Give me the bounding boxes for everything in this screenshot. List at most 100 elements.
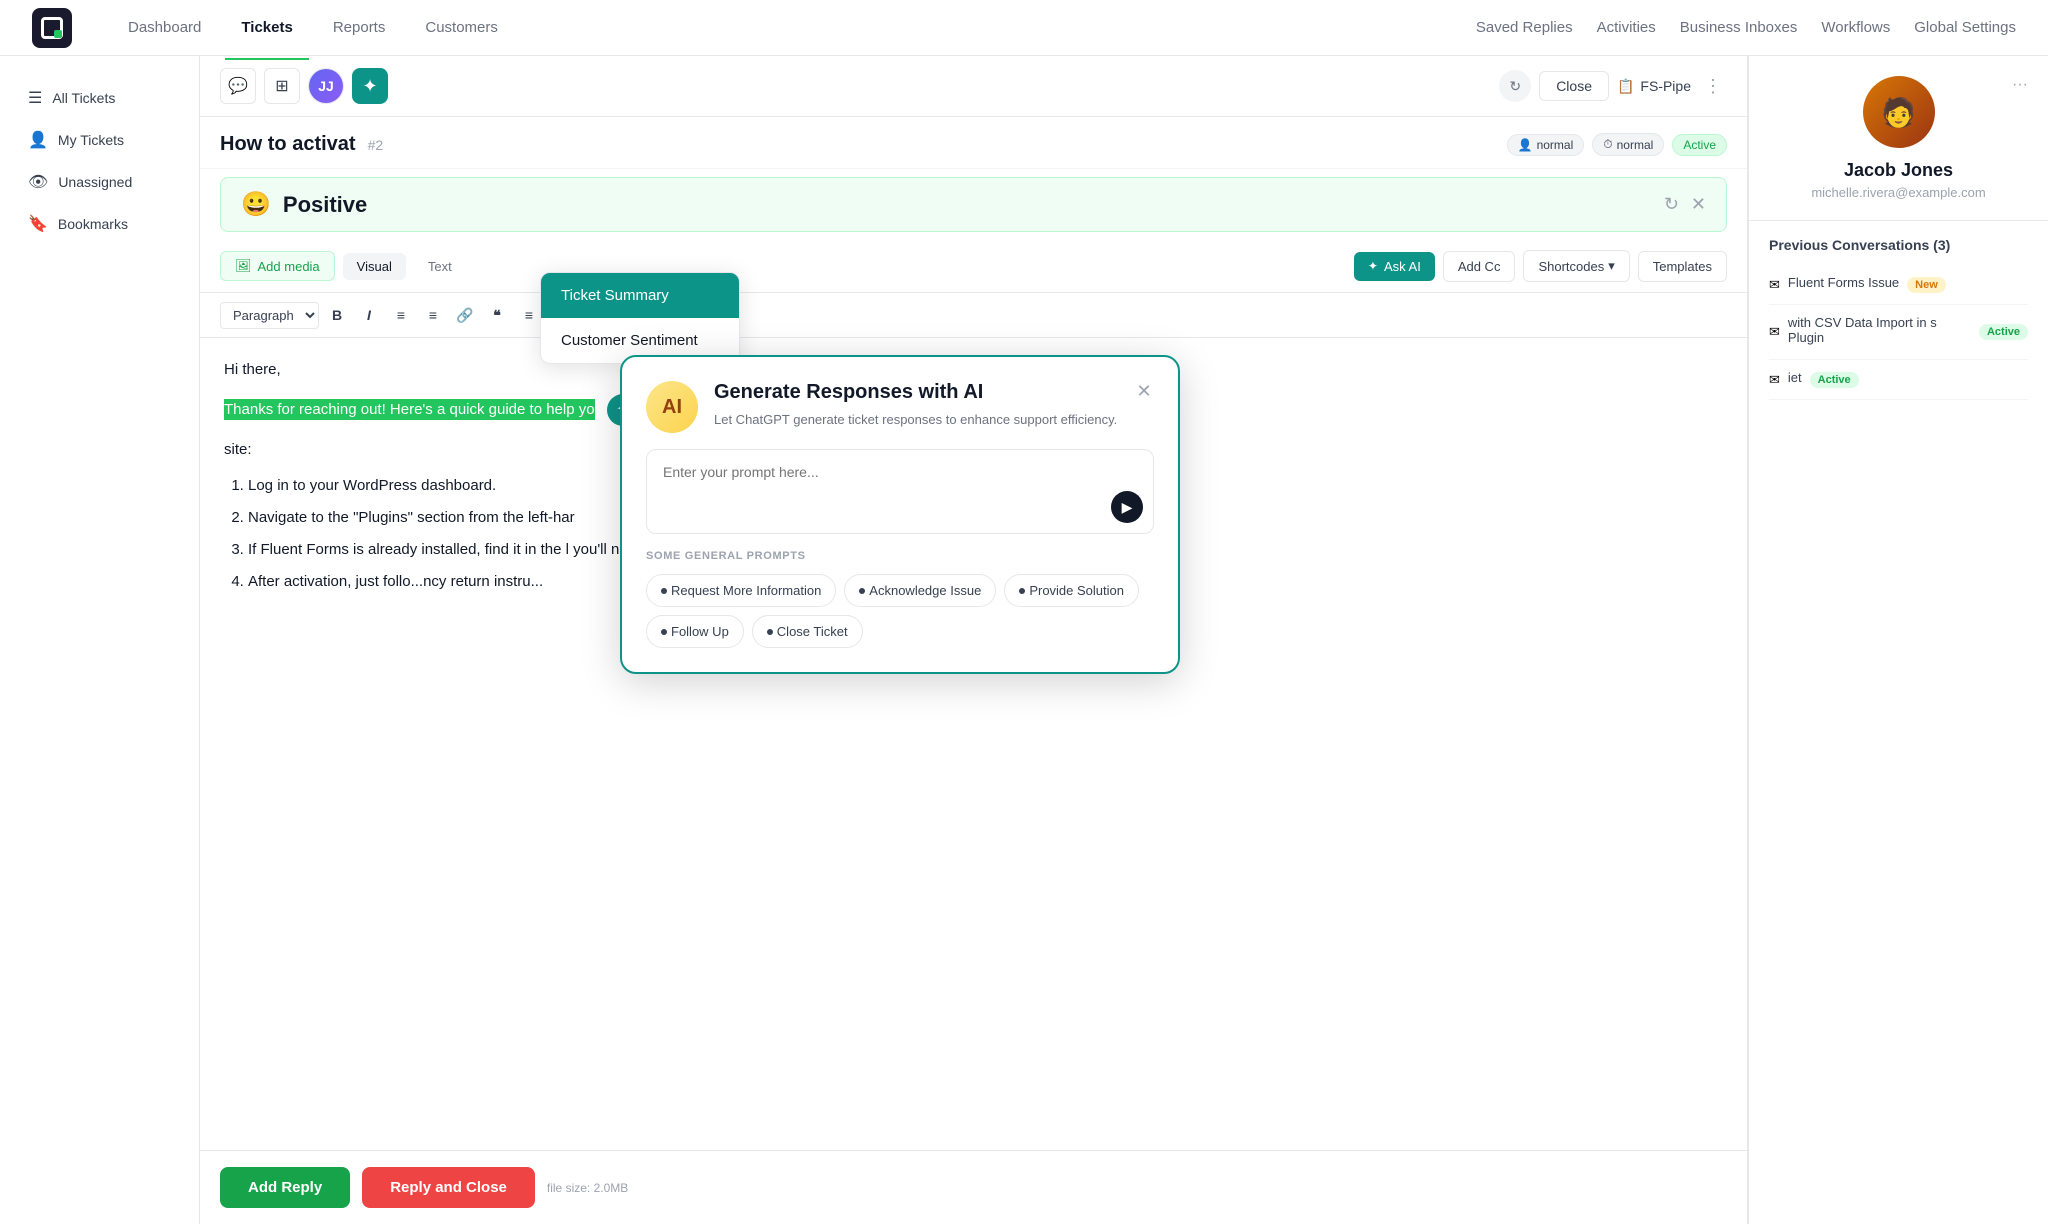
align-left-btn[interactable]: ≡: [515, 301, 543, 329]
templates-btn[interactable]: Templates: [1638, 251, 1727, 282]
unassigned-icon: 👁: [28, 172, 48, 192]
chip-dot-4: [767, 629, 773, 635]
inbox-icon: 📋: [1617, 78, 1634, 95]
ticket-title-row: How to activat #2 👤 normal ⏱ normal Acti…: [220, 133, 1727, 156]
nav-saved-replies[interactable]: Saved Replies: [1476, 19, 1573, 36]
close-ticket-btn[interactable]: Close: [1539, 71, 1609, 101]
italic-btn[interactable]: I: [355, 301, 383, 329]
conv-title-3: iet: [1788, 370, 1802, 385]
sidebar-item-bookmarks[interactable]: 🔖 Bookmarks: [8, 204, 191, 244]
nav-workflows[interactable]: Workflows: [1821, 19, 1890, 36]
ai-prompt-input[interactable]: [663, 464, 1137, 514]
text-tab[interactable]: Text: [414, 253, 466, 280]
paragraph-select[interactable]: Paragraph: [220, 302, 319, 329]
conversation-view-btn[interactable]: 💬: [220, 68, 256, 104]
previous-conversations: Previous Conversations (3) ✉ Fluent Form…: [1749, 221, 2048, 416]
sparkle-icon: ✦: [362, 76, 377, 97]
nav-right: Saved Replies Activities Business Inboxe…: [1476, 19, 2016, 36]
ticket-badges: 👤 normal ⏱ normal Active: [1507, 133, 1727, 156]
ticket-number: #2: [368, 137, 384, 153]
ai-chip-4[interactable]: Close Ticket: [752, 615, 863, 648]
ticket-title-area: How to activat #2 👤 normal ⏱ normal Acti…: [200, 117, 1747, 169]
ai-prompt-area[interactable]: ▶: [646, 449, 1154, 534]
inbox-label[interactable]: 📋 FS-Pipe: [1617, 78, 1691, 95]
chip-dot-1: [859, 588, 865, 594]
details-view-btn[interactable]: ⊞: [264, 68, 300, 104]
conv-badge-1: New: [1907, 277, 1946, 293]
sentiment-label: Positive: [283, 192, 367, 218]
ai-send-btn[interactable]: ▶: [1111, 491, 1143, 523]
chip-label-2: Provide Solution: [1029, 583, 1124, 598]
customer-name: Jacob Jones: [1769, 160, 2028, 181]
nav-tickets[interactable]: Tickets: [225, 11, 308, 44]
layout-icon: ⊞: [275, 76, 288, 96]
ai-modal-close-btn[interactable]: ✕: [1130, 377, 1158, 405]
highlighted-text: Thanks for reaching out! Here's a quick …: [224, 399, 595, 420]
nav-business-inboxes[interactable]: Business Inboxes: [1680, 19, 1798, 36]
sentiment-close-btn[interactable]: ✕: [1691, 194, 1706, 215]
ai-modal-icon: AI: [646, 381, 698, 433]
nav-global-settings[interactable]: Global Settings: [1914, 19, 2016, 36]
ai-modal: AI Generate Responses with AI Let ChatGP…: [620, 355, 1180, 674]
conv-item-3[interactable]: ✉ iet Active: [1769, 360, 2028, 400]
sentiment-refresh-btn[interactable]: ↻: [1664, 194, 1679, 215]
sidebar-label-all-tickets: All Tickets: [52, 90, 115, 106]
more-options-btn[interactable]: ⋮: [1699, 72, 1727, 100]
my-tickets-icon: 👤: [28, 130, 48, 150]
chip-dot-3: [661, 629, 667, 635]
app-logo[interactable]: [32, 8, 72, 48]
ai-sparkle-toolbar-btn[interactable]: ✦: [352, 68, 388, 104]
refresh-btn[interactable]: ↻: [1499, 70, 1531, 102]
link-btn[interactable]: 🔗: [451, 301, 479, 329]
customer-more-btn[interactable]: ···: [2012, 76, 2028, 94]
ask-ai-btn[interactable]: Ask AI: [1354, 252, 1435, 281]
ai-chip-1[interactable]: Acknowledge Issue: [844, 574, 996, 607]
sidebar-item-all-tickets[interactable]: ☰ All Tickets: [8, 78, 191, 118]
priority-icon-2: ⏱: [1603, 137, 1612, 152]
agent-avatar: JJ: [309, 69, 343, 103]
ai-chip-2[interactable]: Provide Solution: [1004, 574, 1139, 607]
format-toolbar: Paragraph B I ≡ ≡ 🔗 ❝ ≡ ≡ ≡: [200, 293, 1747, 338]
sentiment-bar: 😀 Positive ↻ ✕: [220, 177, 1727, 232]
ticket-toolbar: 💬 ⊞ JJ ✦ ↻ Close 📋 FS-Pipe ⋮: [200, 56, 1747, 117]
priority-badge-1: 👤 normal: [1507, 134, 1585, 156]
ai-prompts-grid: Request More Information Acknowledge Iss…: [646, 574, 1154, 648]
ai-chip-0[interactable]: Request More Information: [646, 574, 836, 607]
nav-activities[interactable]: Activities: [1597, 19, 1656, 36]
visual-tab[interactable]: Visual: [343, 253, 406, 280]
conv-title-2: with CSV Data Import in s Plugin: [1788, 315, 1971, 345]
ordered-list-btn[interactable]: ≡: [419, 301, 447, 329]
sidebar-label-unassigned: Unassigned: [58, 174, 132, 190]
bold-btn[interactable]: B: [323, 301, 351, 329]
ai-modal-title: Generate Responses with AI: [714, 381, 1117, 404]
customer-email: michelle.rivera@example.com: [1769, 185, 2028, 200]
sidebar-item-unassigned[interactable]: 👁 Unassigned: [8, 162, 191, 202]
add-media-btn[interactable]: 🖼 Add media: [220, 251, 335, 281]
nav-dashboard[interactable]: Dashboard: [112, 11, 217, 44]
nav-links: Dashboard Tickets Reports Customers: [112, 11, 1476, 44]
conv-item-1[interactable]: ✉ Fluent Forms Issue New: [1769, 265, 2028, 305]
add-cc-btn[interactable]: Add Cc: [1443, 251, 1516, 282]
chip-dot-0: [661, 588, 667, 594]
shortcodes-label: Shortcodes: [1538, 259, 1604, 274]
sidebar-item-my-tickets[interactable]: 👤 My Tickets: [8, 120, 191, 160]
ai-dropdown-ticket-summary[interactable]: Ticket Summary: [541, 273, 739, 318]
ai-prompts-section: SOME GENERAL PROMPTS Request More Inform…: [622, 550, 1178, 672]
shortcodes-btn[interactable]: Shortcodes ▾: [1523, 250, 1629, 282]
nav-reports[interactable]: Reports: [317, 11, 402, 44]
add-reply-btn[interactable]: Add Reply: [220, 1167, 350, 1208]
sidebar-label-bookmarks: Bookmarks: [58, 216, 128, 232]
agent-avatar-btn[interactable]: JJ: [308, 68, 344, 104]
blockquote-btn[interactable]: ❝: [483, 301, 511, 329]
add-media-label: Add media: [258, 259, 320, 274]
unordered-list-btn[interactable]: ≡: [387, 301, 415, 329]
ai-modal-header: AI Generate Responses with AI Let ChatGP…: [622, 357, 1178, 449]
conv-item-2[interactable]: ✉ with CSV Data Import in s Plugin Activ…: [1769, 305, 2028, 360]
chip-label-4: Close Ticket: [777, 624, 848, 639]
ai-chip-3[interactable]: Follow Up: [646, 615, 744, 648]
reply-and-close-btn[interactable]: Reply and Close: [362, 1167, 535, 1208]
chat-icon: 💬: [228, 76, 248, 96]
nav-customers[interactable]: Customers: [409, 11, 514, 44]
file-size-info: file size: 2.0MB: [547, 1181, 628, 1195]
priority-icon-1: 👤: [1518, 138, 1533, 152]
